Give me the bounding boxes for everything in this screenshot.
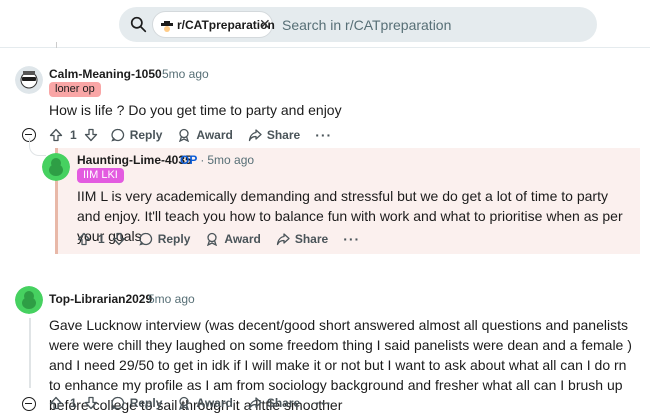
thread-line-top (56, 42, 57, 48)
reply-label: Reply (157, 232, 191, 246)
share-label: Share (294, 232, 329, 246)
share-label: Share (266, 396, 301, 410)
comment-body: How is life ? Do you get time to party a… (49, 102, 342, 118)
upvote-icon[interactable] (77, 232, 91, 246)
collapse-icon[interactable] (22, 397, 36, 411)
award-button[interactable]: Award (177, 396, 233, 410)
subreddit-avatar-icon (161, 21, 173, 32)
comment-author[interactable]: Top-Librarian2029 (49, 292, 152, 306)
comment-meta: · 5mo ago (141, 292, 195, 306)
downvote-icon[interactable] (84, 128, 98, 142)
award-icon (179, 396, 190, 410)
user-flair: loner op (49, 82, 101, 97)
award-icon (207, 232, 218, 246)
thread-line (29, 318, 31, 388)
more-icon[interactable]: ··· (343, 231, 360, 247)
share-icon (276, 233, 290, 246)
reply-label: Reply (129, 396, 163, 410)
reply-label: Reply (129, 128, 163, 142)
reply-icon (138, 232, 152, 246)
reply-button[interactable]: Reply (138, 232, 191, 246)
share-icon (248, 397, 262, 410)
comment-time: 5mo ago (207, 153, 255, 167)
share-button[interactable]: Share (276, 232, 328, 246)
share-button[interactable]: Share (248, 128, 300, 142)
reply-button[interactable]: Reply (110, 396, 163, 410)
search-bar[interactable]: r/CATpreparation ✕ Search in r/CATprepar… (119, 7, 597, 42)
avatar[interactable] (42, 153, 70, 181)
comment-author[interactable]: Calm-Meaning-1050 (49, 67, 162, 81)
comment-time: 5mo ago (148, 292, 195, 306)
vote-count: 1 (70, 396, 77, 410)
vote-count: 1 (70, 128, 77, 142)
downvote-icon[interactable] (112, 232, 126, 246)
reply-icon (110, 128, 124, 142)
top-bar: r/CATpreparation ✕ Search in r/CATprepar… (0, 0, 650, 48)
vote-count: 1 (98, 232, 105, 246)
op-badge: OP (180, 153, 198, 167)
award-label: Award (196, 396, 233, 410)
search-icon (130, 16, 147, 33)
comment-actions: 1 Reply Award Share ··· (49, 392, 332, 414)
more-icon[interactable]: ··· (315, 127, 332, 143)
comment-actions: 1 Reply Award Share ··· (49, 124, 332, 146)
comment-actions: 1 Reply Award Share ··· (77, 228, 360, 250)
award-label: Award (224, 232, 261, 246)
subreddit-chip[interactable]: r/CATpreparation ✕ (152, 11, 275, 38)
reply-icon (110, 396, 124, 410)
comment-author[interactable]: Haunting-Lime-4035 (77, 153, 192, 167)
downvote-icon[interactable] (84, 396, 98, 410)
award-label: Award (196, 128, 233, 142)
close-icon[interactable]: ✕ (259, 17, 271, 32)
comment-meta: · 5mo ago (155, 67, 209, 81)
share-icon (248, 129, 262, 142)
thread-connector (29, 138, 46, 156)
reply-button[interactable]: Reply (110, 128, 163, 142)
award-icon (179, 128, 190, 142)
avatar[interactable] (15, 66, 43, 94)
upvote-icon[interactable] (49, 396, 63, 410)
award-button[interactable]: Award (205, 232, 261, 246)
avatar[interactable] (15, 286, 43, 314)
user-flair: IIM LKI (77, 168, 124, 183)
more-icon[interactable]: ··· (315, 395, 332, 411)
upvote-icon[interactable] (49, 128, 63, 142)
search-placeholder[interactable]: Search in r/CATpreparation (282, 17, 451, 33)
share-label: Share (266, 128, 301, 142)
award-button[interactable]: Award (177, 128, 233, 142)
comment-time: 5mo ago (162, 67, 209, 81)
comment-meta: OP · 5mo ago (180, 153, 255, 167)
share-button[interactable]: Share (248, 396, 300, 410)
